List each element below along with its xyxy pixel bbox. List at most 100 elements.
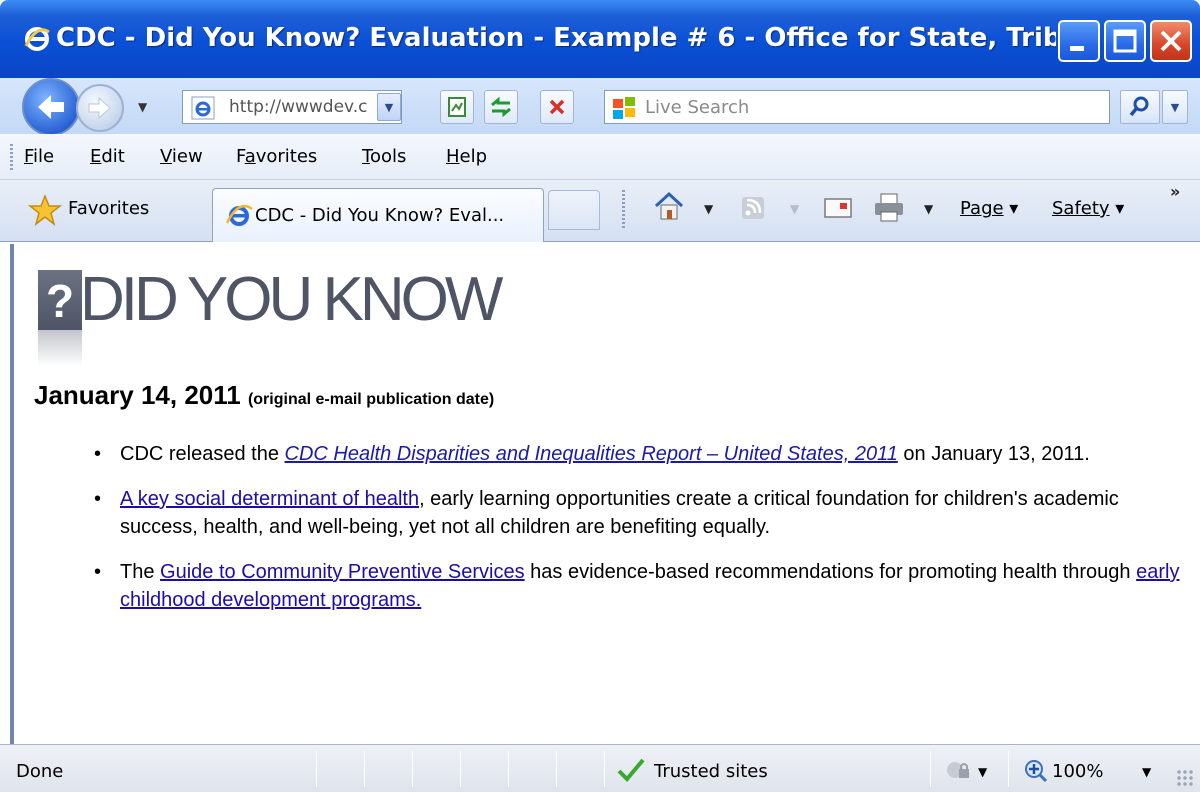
search-placeholder[interactable]: Live Search [645, 97, 749, 118]
protected-mode-lock-icon[interactable] [944, 759, 974, 785]
status-divider [460, 751, 461, 787]
forward-button[interactable] [76, 84, 124, 132]
bullet-mark: • [94, 561, 102, 583]
menu-file[interactable]: File [24, 146, 54, 167]
date-note: (original e-mail publication date) [247, 391, 495, 408]
command-bar-grip [622, 190, 625, 230]
banner-heading: DID YOU KNOW [80, 265, 503, 334]
list-item: • CDC released the CDC Health Disparitie… [94, 440, 1192, 468]
security-zone[interactable]: Trusted sites [654, 761, 768, 782]
menu-view[interactable]: View [160, 146, 203, 167]
bullet-mark: • [94, 443, 102, 465]
bullet-text: has evidence-based recommendations for p… [524, 561, 1137, 583]
tab-ie-icon [225, 201, 253, 233]
live-search-logo-icon [611, 95, 639, 125]
ie-logo-icon [24, 26, 50, 56]
favorites-button[interactable]: Favorites [68, 198, 149, 219]
recent-pages-dropdown-icon[interactable]: ▼ [138, 100, 147, 114]
menu-help-label: elp [459, 146, 488, 167]
list-item: • A key social determinant of health, ea… [94, 485, 1192, 541]
more-tools-chevron-icon[interactable]: » [1170, 182, 1180, 201]
feeds-dropdown-icon[interactable]: ▼ [790, 202, 799, 216]
menu-edit-accel: E [90, 146, 102, 167]
date-text: January 14, 2011 [34, 380, 241, 410]
menu-edit[interactable]: Edit [90, 146, 125, 167]
bullet-text: on January 13, 2011. [897, 443, 1090, 465]
close-button[interactable] [1150, 20, 1192, 62]
title-bar[interactable]: CDC - Did You Know? Evaluation - Example… [0, 0, 1200, 78]
zoom-level[interactable]: 100% [1052, 761, 1103, 782]
status-divider [1008, 751, 1009, 787]
health-disparities-report-link[interactable]: CDC Health Disparities and Inequalities … [285, 443, 898, 465]
status-divider [930, 751, 931, 787]
menu-help[interactable]: Help [446, 146, 487, 167]
print-dropdown-icon[interactable]: ▼ [924, 202, 933, 216]
community-guide-link[interactable]: Guide to Community Preventive Services [160, 561, 525, 583]
menu-grip [10, 144, 13, 170]
menu-bar: File Edit View Favorites Tools Help [0, 134, 1200, 180]
back-button[interactable] [22, 78, 80, 136]
search-button[interactable] [1120, 90, 1160, 124]
safety-menu-label: Safety [1052, 198, 1110, 219]
page-menu[interactable]: Page ▾ [960, 198, 1018, 219]
checkmark-icon [616, 757, 646, 787]
menu-view-label: iew [171, 146, 203, 167]
new-tab-button[interactable] [548, 190, 600, 230]
safety-menu[interactable]: Safety ▾ [1052, 198, 1124, 219]
tab-bar: Favorites CDC - Did You Know? Eval... ▼ … [0, 180, 1200, 242]
read-mail-icon[interactable] [822, 190, 854, 228]
menu-file-label: ile [33, 146, 55, 167]
menu-favorites-accel: a [244, 146, 256, 167]
menu-view-accel: V [160, 146, 172, 167]
status-divider [364, 751, 365, 787]
list-item: • The Guide to Community Preventive Serv… [94, 558, 1192, 614]
protected-mode-dropdown-icon[interactable]: ▼ [978, 765, 987, 779]
logo-reflection [38, 330, 82, 366]
minimize-button[interactable] [1058, 20, 1100, 62]
social-determinant-link[interactable]: A key social determinant of health [120, 488, 419, 510]
compatibility-view-button[interactable] [440, 90, 474, 124]
zoom-dropdown-icon[interactable]: ▼ [1142, 765, 1151, 779]
menu-file-accel: F [24, 146, 34, 167]
menu-tools-label: ools [369, 146, 407, 167]
menu-tools[interactable]: Tools [362, 146, 406, 167]
bullet-mark: • [94, 488, 102, 510]
address-dropdown-icon[interactable]: ▼ [377, 93, 401, 121]
navigation-toolbar: ▼ http://wwwdev.c ▼ Live Search ▼ [0, 78, 1200, 136]
page-ie-icon [191, 96, 215, 124]
search-options-dropdown-icon[interactable]: ▼ [1162, 90, 1188, 124]
menu-edit-label: dit [101, 146, 125, 167]
menu-help-accel: H [446, 146, 460, 167]
status-text: Done [16, 761, 64, 782]
search-field[interactable]: Live Search [604, 90, 1110, 124]
publication-date: January 14, 2011 (original e-mail public… [34, 380, 494, 411]
resize-grip[interactable] [1176, 769, 1194, 787]
status-divider [316, 751, 317, 787]
question-mark-logo: ? [38, 270, 82, 330]
refresh-button[interactable] [484, 90, 518, 124]
page-content: ? DID YOU KNOW January 14, 2011 (origina… [10, 244, 1192, 744]
status-divider [556, 751, 557, 787]
home-dropdown-icon[interactable]: ▼ [704, 202, 713, 216]
home-icon[interactable] [652, 190, 686, 228]
fact-list: • CDC released the CDC Health Disparitie… [94, 440, 1192, 631]
tab-active[interactable]: CDC - Did You Know? Eval... [212, 188, 544, 242]
menu-tools-accel: T [362, 146, 370, 167]
zoom-icon[interactable] [1022, 757, 1050, 789]
address-url[interactable]: http://wwwdev.c [229, 97, 373, 117]
menu-favorites-label: vorites [255, 146, 318, 167]
address-bar[interactable]: http://wwwdev.c ▼ [182, 90, 402, 124]
feeds-icon[interactable] [738, 190, 768, 228]
bullet-text: The [120, 561, 161, 583]
page-menu-label: Page [960, 198, 1004, 219]
status-divider [508, 751, 509, 787]
menu-favorites-pre: F [236, 146, 245, 167]
stop-button[interactable] [540, 90, 574, 124]
window-title: CDC - Did You Know? Evaluation - Example… [56, 23, 1056, 53]
menu-favorites[interactable]: Favorites [236, 146, 317, 167]
did-you-know-banner: ? DID YOU KNOW [38, 265, 558, 370]
print-icon[interactable] [872, 190, 906, 228]
status-divider [412, 751, 413, 787]
maximize-button[interactable] [1104, 20, 1146, 62]
favorites-star-icon[interactable] [27, 193, 63, 230]
